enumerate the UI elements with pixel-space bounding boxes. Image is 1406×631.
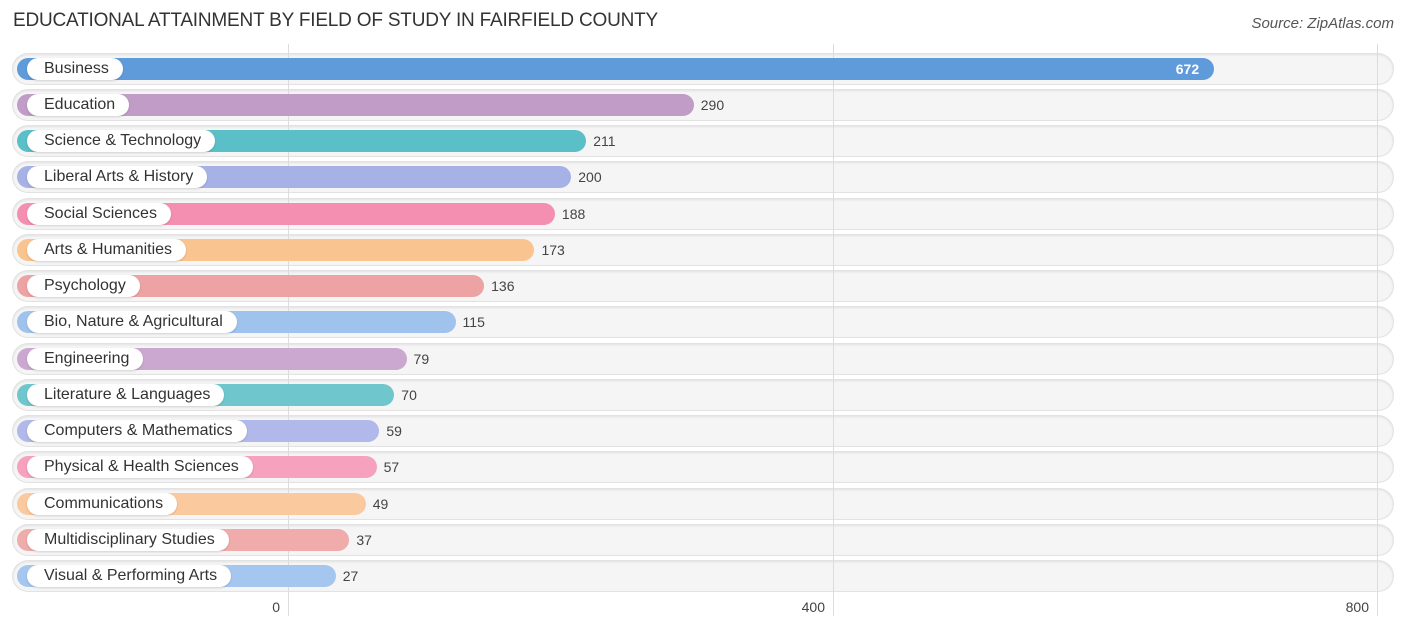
value-label: 188	[561, 205, 586, 222]
gridline	[1377, 44, 1378, 616]
category-label: Liberal Arts & History	[27, 166, 208, 189]
value-label: 49	[372, 495, 389, 512]
x-tick-label: 0	[272, 599, 280, 615]
value-label: 79	[413, 350, 430, 367]
value-label: 173	[541, 241, 565, 258]
category-label: Multidisciplinary Studies	[27, 528, 229, 551]
value-label: 290	[700, 96, 725, 113]
value-label: 27	[342, 568, 359, 584]
category-label: Science & Technology	[27, 130, 216, 152]
category-label: Physical & Health Sciences	[27, 456, 253, 479]
value-label: 115	[462, 314, 485, 331]
x-tick-label: 400	[801, 599, 825, 615]
category-label: Literature & Languages	[27, 383, 225, 406]
value-label: 59	[386, 423, 402, 439]
category-label: Psychology	[27, 275, 140, 297]
value-label: 37	[356, 531, 372, 548]
value-label: 211	[593, 133, 616, 149]
category-label: Business	[27, 57, 123, 80]
bar-chart: 0 400 800 Business 672 Education 290 Science & …	[0, 0, 1406, 631]
category-label: Arts & Humanities	[27, 238, 187, 261]
x-tick-label: 800	[1345, 599, 1369, 615]
gridline	[833, 44, 834, 616]
category-label: Communications	[27, 492, 178, 515]
value-label: 70	[401, 386, 417, 403]
category-label: Engineering	[27, 347, 144, 370]
value-label: 136	[491, 278, 515, 294]
category-label: Computers & Mathematics	[27, 420, 247, 442]
value-label: 672	[1175, 60, 1200, 77]
value-label: 200	[578, 169, 602, 186]
category-label: Social Sciences	[27, 202, 171, 225]
value-label: 57	[383, 459, 400, 476]
category-label: Visual & Performing Arts	[27, 565, 232, 587]
category-label: Bio, Nature & Agricultural	[27, 311, 237, 334]
bar	[17, 57, 1214, 80]
category-label: Education	[27, 93, 130, 116]
